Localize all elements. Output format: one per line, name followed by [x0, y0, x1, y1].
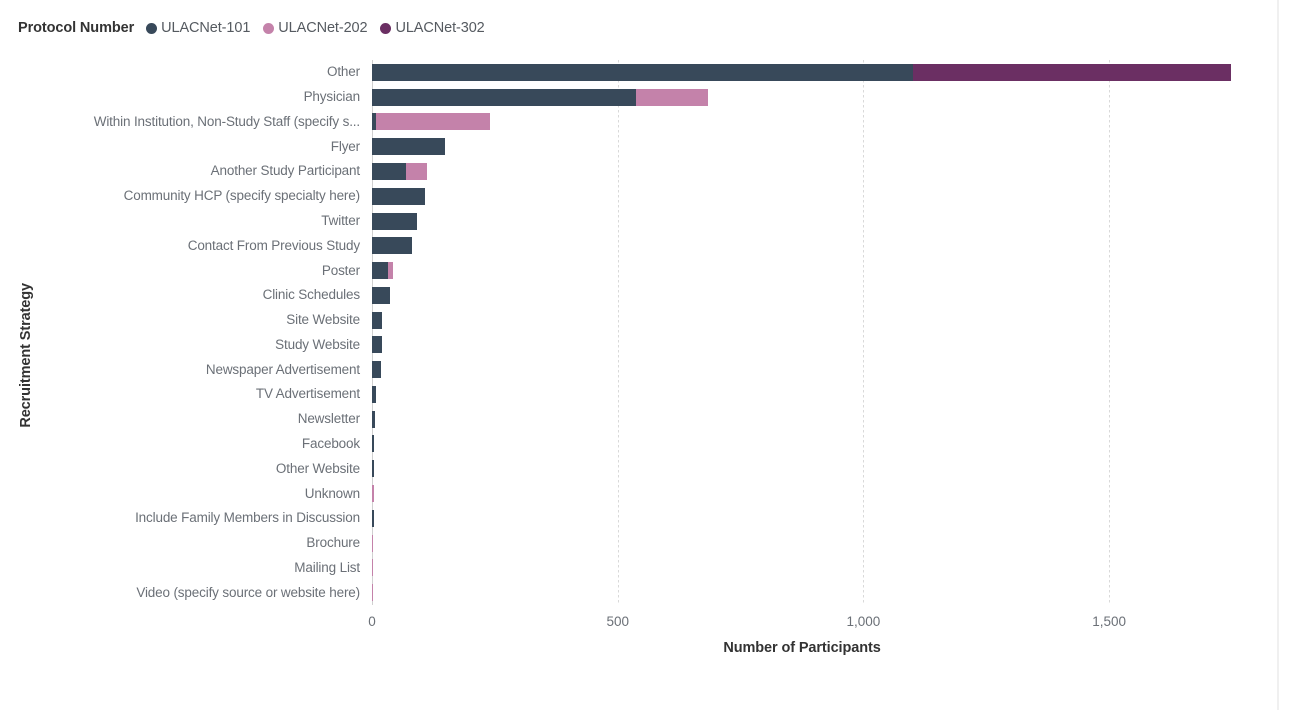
- chart-visual: Protocol Number ULACNet-101 ULACNet-202 …: [0, 0, 1300, 710]
- y-axis-title: Recruitment Strategy: [18, 282, 34, 428]
- bar-stack[interactable]: [372, 509, 374, 527]
- bar-segment[interactable]: [372, 138, 445, 156]
- bar-segment[interactable]: [372, 63, 913, 81]
- y-axis-category-label: Newspaper Advertisement: [205, 361, 360, 377]
- bar-stack[interactable]: [372, 311, 383, 329]
- bar-stack[interactable]: [372, 385, 376, 403]
- y-axis-category-label: Facebook: [301, 435, 360, 451]
- bar-segment[interactable]: [372, 262, 388, 280]
- bar-stack[interactable]: [372, 361, 382, 379]
- y-axis-tick-labels: Other Physician Within Institution, Non-St…: [0, 60, 366, 605]
- gridline: [863, 60, 865, 605]
- x-axis-tick-label: 500: [606, 614, 629, 629]
- bar-segment[interactable]: [372, 485, 374, 503]
- bar-segment[interactable]: [387, 262, 394, 280]
- bar-stack[interactable]: [372, 584, 374, 602]
- y-axis-category-label: Newsletter: [297, 411, 360, 427]
- y-axis-category-label: Unknown: [304, 485, 360, 501]
- legend-item-label: ULACNet-101: [161, 20, 251, 36]
- bar-segment[interactable]: [372, 509, 374, 527]
- bar-stack[interactable]: [372, 262, 394, 280]
- bar-segment[interactable]: [406, 162, 428, 180]
- y-axis-category-label: Contact From Previous Study: [187, 237, 360, 253]
- bar-stack[interactable]: [372, 460, 375, 478]
- legend-item-ulacnet-202[interactable]: ULACNet-202: [263, 20, 368, 36]
- bar-segment[interactable]: [372, 187, 426, 205]
- legend-item-ulacnet-302[interactable]: ULACNet-302: [380, 20, 485, 36]
- bar-segment[interactable]: [912, 63, 1231, 81]
- bar-segment[interactable]: [372, 162, 407, 180]
- x-axis-title: Number of Participants: [723, 640, 881, 656]
- bar-segment[interactable]: [372, 336, 382, 354]
- bar-segment[interactable]: [372, 435, 375, 453]
- bar-segment[interactable]: [372, 88, 636, 106]
- legend-item-ulacnet-101[interactable]: ULACNet-101: [146, 20, 250, 36]
- legend-swatch-icon: [263, 22, 275, 34]
- y-axis-category-label: Include Family Members in Discussion: [135, 510, 360, 526]
- bar-segment[interactable]: [372, 237, 413, 255]
- y-axis-category-label: Study Website: [275, 336, 360, 352]
- bar-stack[interactable]: [372, 138, 445, 156]
- bar-stack[interactable]: [372, 212, 418, 230]
- y-axis-category-label: Site Website: [286, 312, 360, 328]
- bar-stack[interactable]: [372, 435, 375, 453]
- y-axis-category-label: Clinic Schedules: [262, 287, 361, 303]
- y-axis-category-label: Physician: [303, 89, 361, 105]
- legend-swatch-icon: [146, 22, 158, 34]
- chart-legend: Protocol Number ULACNet-101 ULACNet-202 …: [18, 18, 498, 38]
- legend-item-label: ULACNet-202: [278, 20, 368, 36]
- bar-stack[interactable]: [372, 559, 374, 577]
- bar-stack[interactable]: [372, 88, 708, 106]
- legend-title: Protocol Number: [18, 20, 135, 36]
- y-axis-category-label: Brochure: [306, 535, 360, 551]
- y-axis-category-label: TV Advertisement: [255, 386, 360, 402]
- y-axis-category-label: Flyer: [330, 138, 360, 154]
- bar-stack[interactable]: [372, 162, 428, 180]
- bar-stack[interactable]: [372, 286, 391, 304]
- y-axis-category-label: Twitter: [321, 213, 360, 229]
- bar-segment[interactable]: [372, 385, 376, 403]
- y-axis-category-label: Other Website: [275, 460, 360, 476]
- gridline: [1109, 60, 1111, 605]
- bar-segment[interactable]: [372, 534, 374, 552]
- bar-segment[interactable]: [372, 584, 374, 602]
- bar-segment[interactable]: [372, 410, 376, 428]
- bar-stack[interactable]: [372, 113, 490, 131]
- gridline: [617, 60, 619, 605]
- y-axis-category-label: Within Institution, Non-Study Staff (spe…: [93, 113, 360, 129]
- y-axis-category-label: Other: [326, 64, 360, 80]
- y-axis-category-label: Poster: [321, 262, 360, 278]
- bar-stack[interactable]: [372, 187, 426, 205]
- y-axis-category-label: Video (specify source or website here): [136, 584, 360, 600]
- y-axis-category-label: Another Study Participant: [210, 163, 360, 179]
- bar-segment[interactable]: [372, 559, 374, 577]
- bar-segment[interactable]: [372, 361, 382, 379]
- bar-segment[interactable]: [372, 460, 375, 478]
- x-axis-tick-label: 1,000: [846, 614, 881, 629]
- bar-segment[interactable]: [372, 212, 418, 230]
- y-axis-category-label: Community HCP (specify specialty here): [123, 188, 361, 204]
- panel-divider: [1277, 0, 1279, 710]
- bar-stack[interactable]: [372, 410, 376, 428]
- bar-segment[interactable]: [372, 311, 383, 329]
- bar-stack[interactable]: [372, 237, 413, 255]
- legend-item-label: ULACNet-302: [395, 20, 485, 36]
- bar-stack[interactable]: [372, 336, 382, 354]
- bar-stack[interactable]: [372, 485, 374, 503]
- bar-segment[interactable]: [372, 286, 391, 304]
- plot-area: [372, 60, 1232, 605]
- legend-swatch-icon: [380, 22, 392, 34]
- bar-segment[interactable]: [375, 113, 490, 131]
- x-axis-tick-label: 0: [368, 614, 376, 629]
- bar-stack[interactable]: [372, 534, 374, 552]
- y-axis-category-label: Mailing List: [294, 559, 360, 575]
- bar-stack[interactable]: [372, 63, 1231, 81]
- bar-segment[interactable]: [635, 88, 708, 106]
- x-axis-tick-label: 1,500: [1092, 614, 1127, 629]
